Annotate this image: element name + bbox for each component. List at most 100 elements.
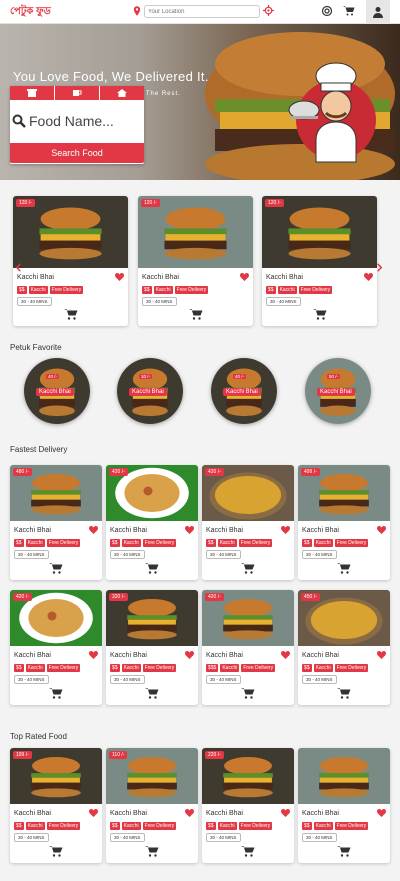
delivery-time: 30 - 40 MINS — [110, 833, 145, 842]
logo[interactable]: পেটুক ফুড — [10, 4, 51, 21]
tag-badge: Free Delivery — [298, 286, 333, 294]
tag-list: $$ Kacchi Free Delivery — [302, 822, 369, 830]
food-name: Kacchi Bhai — [302, 652, 339, 659]
tag-badge: $$ — [14, 664, 24, 672]
tab-restaurant[interactable] — [10, 86, 54, 100]
food-card[interactable]: 120 /- Kacchi Bhai $$ Kacchi Free Delivery 30… — [138, 196, 253, 326]
tag-badge: Free Delivery — [334, 539, 369, 547]
tag-badge: Free Delivery — [334, 822, 369, 830]
heart-icon[interactable] — [89, 651, 98, 659]
food-card[interactable]: Kacchi Bhai $$ Kacchi Free Delivery 30 - 40 … — [298, 748, 390, 863]
add-to-cart-icon[interactable] — [188, 308, 203, 320]
add-to-cart-icon[interactable] — [63, 308, 78, 320]
add-to-cart-icon[interactable] — [337, 562, 351, 574]
location-input[interactable] — [144, 5, 260, 18]
food-card[interactable]: 480 /- Kacchi Bhai $$ Kacchi Free Delivery 30… — [10, 465, 102, 580]
food-card[interactable]: 420 /- Kacchi Bhai $$ Kacchi Free Delivery 30… — [10, 590, 102, 705]
cup-icon — [73, 90, 82, 96]
heart-icon[interactable] — [185, 809, 194, 817]
food-name: Kacchi Bhai — [14, 652, 51, 659]
support-icon[interactable] — [321, 5, 333, 17]
heart-icon[interactable] — [377, 526, 386, 534]
heart-icon[interactable] — [364, 273, 373, 281]
food-card[interactable]: 199 /- Kacchi Bhai $$ Kacchi Free Delivery 30… — [10, 748, 102, 863]
tag-badge: $$ — [206, 822, 216, 830]
food-search-input[interactable]: Food Name... — [29, 113, 114, 129]
food-name: Kacchi Bhai — [110, 527, 147, 534]
heart-icon[interactable] — [240, 273, 249, 281]
favorite-item[interactable]: 10 /- Kacchi Bhai — [117, 358, 183, 424]
add-to-cart-icon[interactable] — [49, 845, 63, 857]
tag-badge: Kacchi — [220, 664, 240, 672]
tag-badge: $$$ — [206, 664, 219, 672]
add-to-cart-icon[interactable] — [145, 562, 159, 574]
heart-icon[interactable] — [281, 809, 290, 817]
restaurant-icon — [27, 89, 37, 97]
favorite-item[interactable]: 50 /- Kacchi Bhai — [305, 358, 371, 424]
target-icon[interactable] — [263, 5, 274, 16]
tag-badge: Free Delivery — [142, 822, 177, 830]
tab-cafe[interactable] — [55, 86, 99, 100]
food-card[interactable]: 320 /- Kacchi Bhai $$ Kacchi Free Delivery 30… — [106, 590, 198, 705]
food-card[interactable]: 420 /- Kacchi Bhai $$$ Kacchi Free Delivery 3… — [202, 590, 294, 705]
tag-badge: Kacchi — [121, 822, 141, 830]
tag-list: $$ Kacchi Free Delivery — [206, 822, 273, 830]
heart-icon[interactable] — [281, 526, 290, 534]
tag-badge: $$ — [266, 286, 276, 294]
tag-list: $$ Kacchi Free Delivery — [14, 664, 81, 672]
add-to-cart-icon[interactable] — [145, 845, 159, 857]
delivery-time: 30 - 40 MINS — [17, 297, 52, 306]
cart-icon[interactable] — [343, 5, 355, 17]
add-to-cart-icon[interactable] — [145, 687, 159, 699]
tab-home[interactable] — [100, 86, 144, 100]
tag-list: $$ Kacchi Free Delivery — [302, 664, 369, 672]
food-card[interactable]: 420 /- Kacchi Bhai $$ Kacchi Free Delivery 30… — [202, 465, 294, 580]
price-badge: 420 /- — [205, 468, 224, 476]
add-to-cart-icon[interactable] — [49, 687, 63, 699]
price-badge: 120 /- — [16, 199, 35, 207]
search-food-button[interactable]: Search Food — [10, 143, 144, 163]
chevron-left-icon[interactable] — [14, 263, 23, 272]
tag-list: $$ Kacchi Free Delivery — [142, 286, 209, 294]
heart-icon[interactable] — [115, 273, 124, 281]
heart-icon[interactable] — [377, 651, 386, 659]
favorite-item[interactable]: 40 /- Kacchi Bhai — [24, 358, 90, 424]
favorite-name: Kacchi Bhai — [223, 388, 261, 396]
price-badge: 220 /- — [205, 751, 224, 759]
add-to-cart-icon[interactable] — [241, 562, 255, 574]
food-name: Kacchi Bhai — [110, 652, 147, 659]
add-to-cart-icon[interactable] — [241, 687, 255, 699]
food-card[interactable]: 120 /- Kacchi Bhai $$ Kacchi Free Delivery 30… — [13, 196, 128, 326]
add-to-cart-icon[interactable] — [49, 562, 63, 574]
food-card[interactable]: 120 /- Kacchi Bhai $$ Kacchi Free Delivery 30… — [262, 196, 377, 326]
heart-icon[interactable] — [377, 809, 386, 817]
heart-icon[interactable] — [89, 526, 98, 534]
add-to-cart-icon[interactable] — [337, 687, 351, 699]
tag-badge: Kacchi — [121, 539, 141, 547]
price-badge: 450 /- — [301, 593, 320, 601]
chevron-right-icon[interactable] — [375, 263, 384, 272]
tag-badge: $$ — [14, 539, 24, 547]
tag-badge: Free Delivery — [46, 822, 81, 830]
food-card[interactable]: 450 /- Kacchi Bhai $$ Kacchi Free Delivery 30… — [298, 590, 390, 705]
user-button[interactable] — [366, 0, 390, 24]
heart-icon[interactable] — [281, 651, 290, 659]
top-bar: পেটুক ফুড — [0, 0, 400, 24]
food-card[interactable]: 420 /- Kacchi Bhai $$ Kacchi Free Delivery 30… — [106, 465, 198, 580]
heart-icon[interactable] — [185, 526, 194, 534]
add-to-cart-icon[interactable] — [312, 308, 327, 320]
food-card[interactable]: 220 /- Kacchi Bhai $$ Kacchi Free Delivery 30… — [202, 748, 294, 863]
add-to-cart-icon[interactable] — [337, 845, 351, 857]
delivery-time: 30 - 40 MINS — [206, 675, 241, 684]
favorite-item[interactable]: 40 /- Kacchi Bhai — [211, 358, 277, 424]
tag-list: $$ Kacchi Free Delivery — [14, 822, 81, 830]
price-badge: 110 /- — [109, 751, 128, 759]
food-card[interactable]: 110 /- Kacchi Bhai $$ Kacchi Free Delivery 30… — [106, 748, 198, 863]
tag-badge: $$ — [110, 539, 120, 547]
favorite-name: Kacchi Bhai — [36, 388, 74, 396]
heart-icon[interactable] — [185, 651, 194, 659]
heart-icon[interactable] — [89, 809, 98, 817]
tag-badge: Free Delivery — [142, 664, 177, 672]
food-card[interactable]: 499 /- Kacchi Bhai $$ Kacchi Free Delivery 30… — [298, 465, 390, 580]
add-to-cart-icon[interactable] — [241, 845, 255, 857]
